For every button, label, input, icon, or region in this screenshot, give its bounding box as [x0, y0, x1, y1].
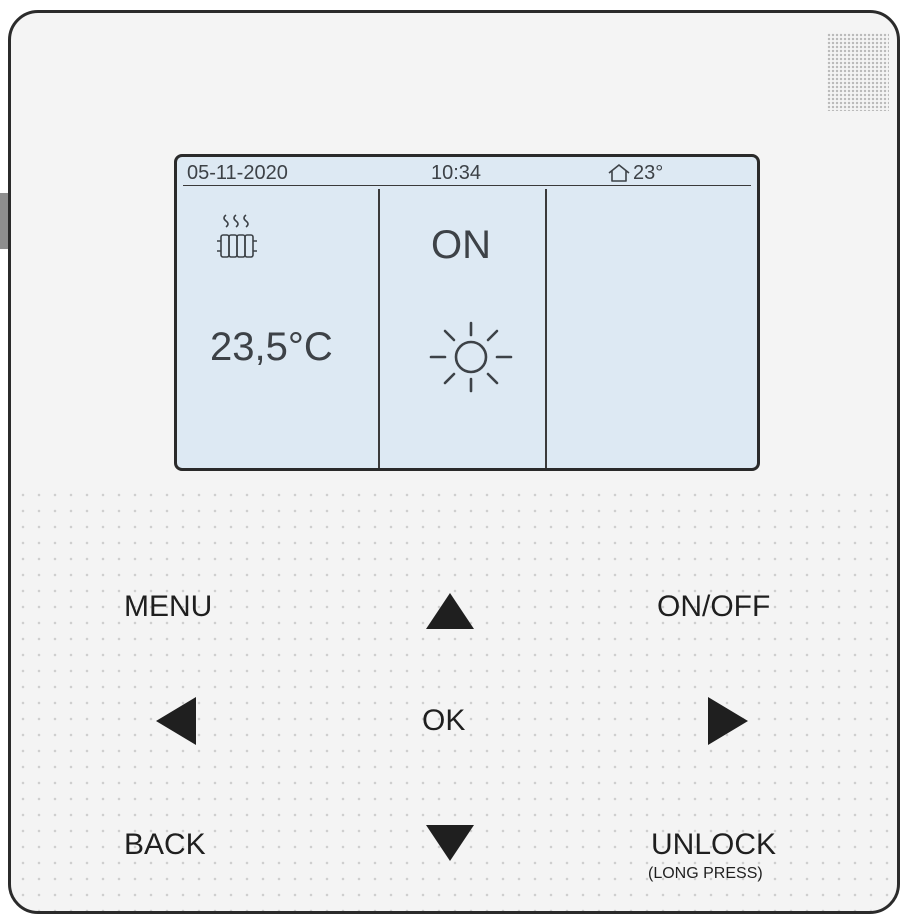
- home-icon: [608, 164, 630, 182]
- arrow-up-icon[interactable]: [426, 593, 474, 629]
- unlock-hint: (LONG PRESS): [648, 865, 763, 882]
- menu-button[interactable]: MENU: [124, 591, 212, 623]
- radiator-heating-icon: [217, 214, 257, 258]
- on-off-button[interactable]: ON/OFF: [657, 591, 770, 623]
- column-divider-1: [378, 189, 380, 468]
- arrow-left-icon[interactable]: [156, 697, 196, 745]
- sun-icon: [429, 321, 513, 393]
- status-bar: 05-11-2020 10:34 23°: [183, 159, 751, 186]
- controller-panel: 05-11-2020 10:34 23° 23,5°C ON MENU ON/O…: [8, 10, 900, 914]
- lcd-screen: 05-11-2020 10:34 23° 23,5°C ON: [174, 154, 760, 471]
- unlock-button[interactable]: UNLOCK: [651, 829, 776, 861]
- back-button[interactable]: BACK: [124, 829, 206, 861]
- time-display: 10:34: [431, 162, 482, 184]
- side-tab: [0, 193, 8, 249]
- arrow-down-icon[interactable]: [426, 825, 474, 861]
- speaker-grille: [827, 33, 889, 111]
- ok-button[interactable]: OK: [422, 705, 465, 737]
- mode-status: ON: [431, 223, 491, 267]
- column-divider-2: [545, 189, 547, 468]
- date-display: 05-11-2020: [187, 162, 288, 184]
- arrow-right-icon[interactable]: [708, 697, 748, 745]
- zone-temperature: 23,5°C: [210, 325, 333, 369]
- room-temp-value: 23°: [633, 162, 664, 184]
- room-temp-indicator: 23°: [607, 163, 663, 183]
